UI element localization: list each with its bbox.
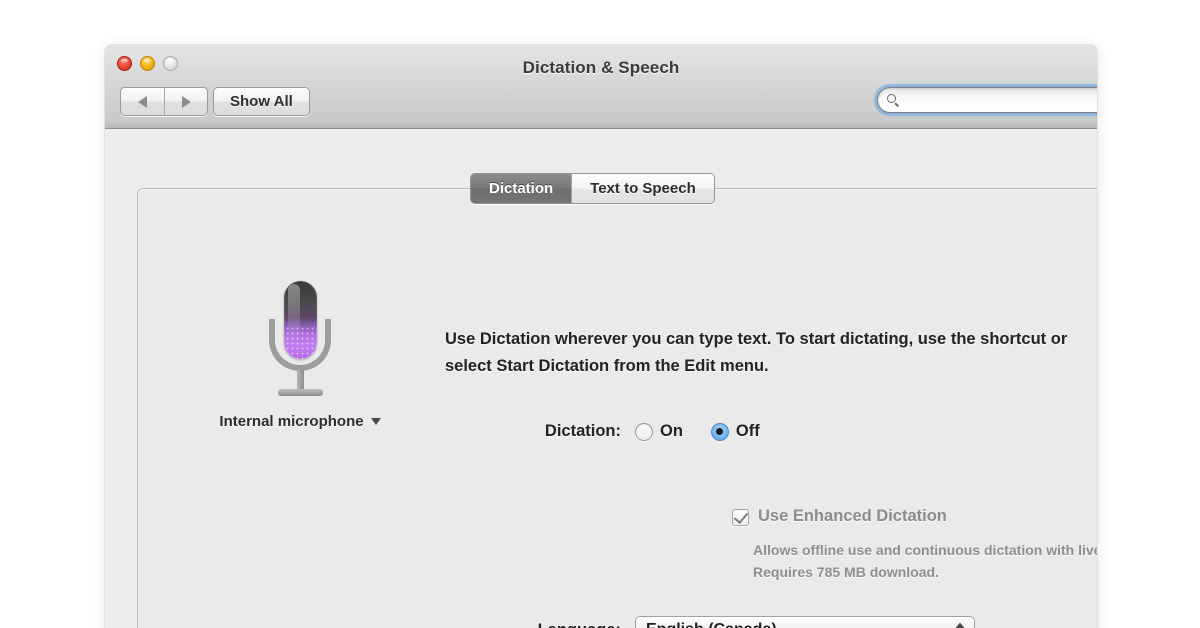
search-icon xyxy=(887,93,900,107)
tab-bar: Dictation Text to Speech xyxy=(470,173,715,204)
preference-pane-content: Dictation Text to Speech Internal microp… xyxy=(105,129,1097,628)
forward-arrow-icon xyxy=(181,95,191,108)
microphone-stem xyxy=(297,369,304,391)
pane-description: Use Dictation wherever you can type text… xyxy=(445,330,1068,375)
back-button[interactable] xyxy=(121,88,164,115)
tab-dictation[interactable]: Dictation xyxy=(471,174,572,203)
radio-button-off-state-icon xyxy=(635,422,653,441)
dictation-label: Dictation: xyxy=(544,422,621,440)
checkmark-icon xyxy=(733,508,749,525)
language-value: English (Canada) xyxy=(646,621,777,628)
system-preferences-window: Dictation & Speech Show All Dictation Te… xyxy=(105,45,1097,628)
window-toolbar: Dictation & Speech Show All xyxy=(105,45,1097,129)
search-field-container xyxy=(874,84,1097,116)
tab-text-to-speech[interactable]: Text to Speech xyxy=(571,174,714,203)
microphone-gloss xyxy=(288,284,300,344)
language-popup-button[interactable]: English (Canada) xyxy=(635,616,975,628)
dictation-on-label: On xyxy=(660,422,683,440)
enhanced-dictation-checkbox[interactable]: Use Enhanced Dictation xyxy=(732,507,947,526)
back-arrow-icon xyxy=(138,95,147,108)
dictation-radio-on[interactable]: On xyxy=(635,422,683,441)
updown-stepper-icon xyxy=(955,622,965,628)
microphone-base xyxy=(278,389,323,396)
dictation-radio-off[interactable]: Off xyxy=(710,422,760,441)
navigation-segmented-control xyxy=(120,87,208,116)
forward-button[interactable] xyxy=(164,88,207,115)
dictation-off-label: Off xyxy=(735,422,760,440)
microphone-capsule xyxy=(284,281,317,359)
microphone-source-button[interactable]: Internal microphone xyxy=(219,413,381,430)
microphone-source-label: Internal microphone xyxy=(219,413,364,430)
search-field[interactable] xyxy=(877,87,1097,113)
show-all-button[interactable]: Show All xyxy=(213,87,310,116)
radio-button-selected-icon xyxy=(710,422,729,441)
window-title: Dictation & Speech xyxy=(522,58,680,77)
dictation-radio-group: On Off xyxy=(635,422,760,441)
enhanced-dictation-help-text: Allows offline use and continuous dictat… xyxy=(753,542,1097,580)
chevron-down-icon xyxy=(370,418,381,425)
dictation-row: Dictation: On Off xyxy=(405,422,760,441)
language-row: Language: English (Canada) xyxy=(405,616,975,628)
enhanced-dictation-label: Use Enhanced Dictation xyxy=(758,507,947,525)
microphone-source-control: Internal microphone xyxy=(190,281,410,431)
search-input[interactable] xyxy=(905,92,1097,108)
language-label: Language: xyxy=(405,621,621,628)
microphone-icon xyxy=(258,281,342,401)
screenshot-stage: Dictation & Speech Show All Dictation Te… xyxy=(0,0,1200,628)
checkbox-checked-icon xyxy=(732,508,749,526)
